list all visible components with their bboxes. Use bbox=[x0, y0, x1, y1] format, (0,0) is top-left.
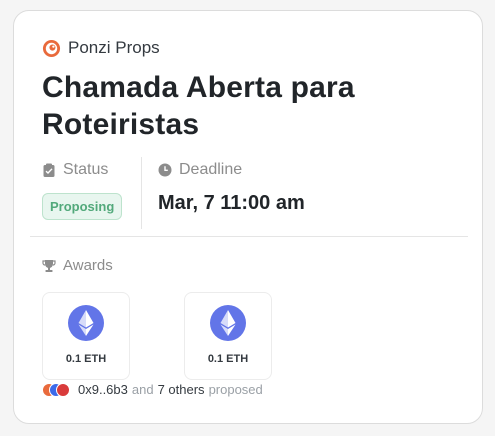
proposers-others[interactable]: 7 others bbox=[158, 382, 205, 397]
org-name[interactable]: Ponzi Props bbox=[68, 38, 160, 58]
org-header[interactable]: Ponzi Props bbox=[42, 38, 160, 58]
deadline-section: Deadline Mar, 7 11:00 am bbox=[158, 161, 305, 215]
meta-divider bbox=[141, 157, 142, 229]
proposers-proposed: proposed bbox=[208, 382, 263, 397]
ponzi-logo-icon bbox=[42, 39, 61, 57]
status-label-row: Status bbox=[42, 161, 122, 179]
section-divider bbox=[30, 236, 468, 237]
proposer-avatars bbox=[42, 382, 74, 397]
proposer-address[interactable]: 0x9..6b3 bbox=[78, 382, 128, 397]
status-badge: Proposing bbox=[42, 193, 123, 220]
award-card: 0.1 ETH bbox=[184, 292, 272, 380]
deadline-value: Mar, 7 11:00 am bbox=[158, 192, 305, 214]
trophy-icon bbox=[42, 259, 56, 272]
ethereum-icon bbox=[210, 305, 246, 341]
round-title: Chamada Aberta para Roteiristas bbox=[42, 71, 355, 141]
clipboard-icon bbox=[43, 163, 55, 177]
proposers-row: 0x9..6b3 and 7 others proposed bbox=[42, 382, 263, 397]
award-card: 0.1 ETH bbox=[42, 292, 130, 380]
proposers-and: and bbox=[131, 382, 154, 397]
status-section: Status Proposing bbox=[42, 161, 123, 220]
awards-label: Awards bbox=[63, 257, 113, 274]
award-amount: 0.1 ETH bbox=[207, 353, 249, 365]
ethereum-icon bbox=[68, 305, 104, 341]
award-amount: 0.1 ETH bbox=[65, 353, 107, 365]
deadline-label: Deadline bbox=[179, 161, 243, 178]
avatar bbox=[56, 382, 70, 397]
status-label: Status bbox=[63, 161, 109, 178]
round-card[interactable]: Ponzi Props Chamada Aberta para Roteiris… bbox=[13, 10, 483, 424]
clock-icon bbox=[158, 163, 172, 177]
awards-label-row: Awards bbox=[42, 257, 113, 274]
deadline-label-row: Deadline bbox=[158, 161, 305, 179]
